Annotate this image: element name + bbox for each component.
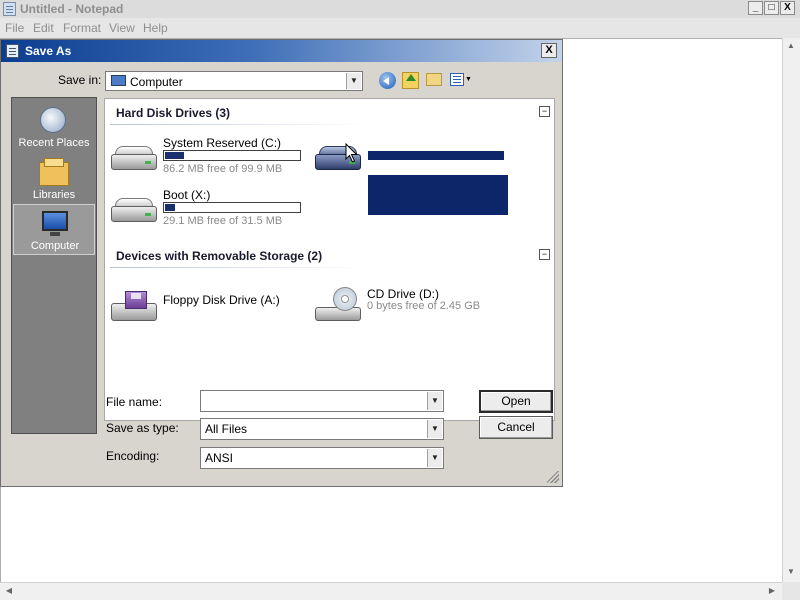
save-as-type-value: All Files — [205, 422, 248, 436]
chevron-down-icon[interactable]: ▼ — [427, 392, 442, 410]
notepad-icon — [3, 2, 16, 16]
chevron-down-icon[interactable]: ▼ — [427, 449, 442, 467]
hard-drive-icon — [111, 144, 157, 172]
drive-name: Boot (X:) — [163, 188, 211, 202]
drive-usage-bar — [367, 150, 505, 161]
places-bar: Recent Places Libraries Computer — [11, 97, 97, 434]
scroll-left-icon[interactable]: ◀ — [1, 583, 17, 599]
drive-free-space: 29.1 MB free of 31.5 MB — [163, 215, 283, 227]
encoding-value: ANSI — [205, 451, 234, 465]
drive-item-c[interactable]: System Reserved (C:) 86.2 MB free of 99.… — [111, 136, 311, 182]
cancel-button[interactable]: Cancel — [479, 416, 553, 439]
notepad-icon — [6, 44, 19, 58]
menu-view[interactable]: View — [109, 21, 135, 35]
drive-usage-bar — [163, 150, 301, 161]
place-libraries[interactable]: Libraries — [13, 154, 95, 204]
place-computer[interactable]: Computer — [13, 204, 95, 255]
drive-name: Local Disk (E:) — [367, 136, 446, 150]
save-as-dialog: Save As X Save in: Computer ▼ ▼ Recent P… — [0, 39, 563, 487]
vertical-scrollbar[interactable]: ▲ ▼ — [782, 38, 800, 582]
place-label: Recent Places — [18, 137, 90, 149]
encoding-dropdown[interactable]: ANSI ▼ — [200, 447, 444, 469]
scroll-up-icon[interactable]: ▲ — [783, 38, 799, 54]
dialog-title: Save As — [25, 44, 72, 58]
up-folder-icon[interactable] — [402, 72, 419, 89]
resize-grip-icon[interactable] — [547, 471, 559, 483]
dialog-close-button[interactable]: X — [541, 43, 557, 58]
drive-item-a[interactable]: Floppy Disk Drive (A:) — [111, 285, 311, 331]
encoding-label: Encoding: — [106, 449, 160, 463]
drive-name: Floppy Disk Drive (A:) — [163, 293, 280, 307]
collapse-icon[interactable]: − — [539, 249, 550, 260]
drive-free-space: 0 bytes free of 2.45 GB — [367, 300, 481, 312]
minimize-button[interactable]: _ — [748, 1, 763, 15]
collapse-icon[interactable]: − — [539, 106, 550, 117]
save-as-type-label: Save as type: — [106, 421, 179, 435]
maximize-button[interactable]: □ — [764, 1, 779, 15]
drive-usage-bar — [163, 202, 301, 213]
drive-usage-fill — [165, 204, 175, 211]
notepad-title: Untitled - Notepad — [20, 2, 124, 16]
cd-drive-icon — [315, 287, 361, 321]
drive-name: System Reserved (C:) — [163, 136, 282, 150]
floppy-drive-icon — [111, 291, 157, 321]
file-name-input[interactable]: ▼ — [200, 390, 444, 412]
chevron-down-icon[interactable]: ▼ — [346, 73, 361, 89]
scroll-right-icon[interactable]: ▶ — [764, 583, 780, 599]
drive-free-space: 159 GB free of 159 GB — [367, 163, 479, 175]
menu-file[interactable]: File — [5, 21, 24, 35]
notepad-menubar: File Edit Format View Help — [0, 18, 800, 38]
drive-item-d[interactable]: CD Drive (D:) 0 bytes free of 2.45 GB — [315, 285, 515, 331]
group-divider — [110, 267, 365, 268]
hard-drive-icon — [111, 196, 157, 224]
views-menu-icon[interactable] — [450, 73, 464, 86]
horizontal-scrollbar[interactable]: ◀ ▶ — [0, 582, 782, 600]
chevron-down-icon[interactable]: ▼ — [427, 420, 442, 438]
place-label: Libraries — [32, 189, 76, 201]
back-icon[interactable] — [379, 72, 396, 89]
group-header-hard-disk-drives[interactable]: Hard Disk Drives (3) — [116, 106, 230, 120]
notepad-titlebar: Untitled - Notepad _ □ X — [0, 0, 800, 18]
group-header-removable-storage[interactable]: Devices with Removable Storage (2) — [116, 249, 322, 263]
menu-help[interactable]: Help — [143, 21, 168, 35]
menu-format[interactable]: Format — [63, 21, 101, 35]
scrollbar-corner — [782, 582, 800, 600]
views-dropdown-arrow-icon[interactable]: ▼ — [465, 76, 472, 83]
place-label: Computer — [30, 240, 80, 252]
menu-edit[interactable]: Edit — [33, 21, 54, 35]
new-folder-icon[interactable] — [426, 73, 442, 86]
recent-places-icon — [40, 107, 66, 133]
group-divider — [110, 124, 365, 125]
computer-icon — [42, 211, 68, 236]
drive-usage-fill — [165, 152, 184, 159]
file-list-pane[interactable]: Hard Disk Drives (3) − System Reserved (… — [104, 98, 555, 421]
save-in-label: Save in: — [58, 73, 102, 87]
scroll-down-icon[interactable]: ▼ — [783, 564, 799, 580]
close-button[interactable]: X — [780, 1, 795, 15]
open-button[interactable]: Open — [479, 390, 553, 413]
computer-icon — [111, 75, 126, 86]
save-as-type-dropdown[interactable]: All Files ▼ — [200, 418, 444, 440]
libraries-icon — [39, 158, 69, 186]
drive-item-x[interactable]: Boot (X:) 29.1 MB free of 31.5 MB — [111, 188, 311, 234]
save-in-value: Computer — [130, 75, 183, 89]
place-recent-places[interactable]: Recent Places — [13, 102, 95, 152]
drive-free-space: 86.2 MB free of 99.9 MB — [163, 163, 283, 175]
file-name-label: File name: — [106, 395, 163, 409]
save-in-dropdown[interactable]: Computer ▼ — [105, 71, 363, 91]
drive-name: CD Drive (D:) — [367, 287, 439, 301]
dialog-titlebar: Save As X — [1, 40, 562, 62]
